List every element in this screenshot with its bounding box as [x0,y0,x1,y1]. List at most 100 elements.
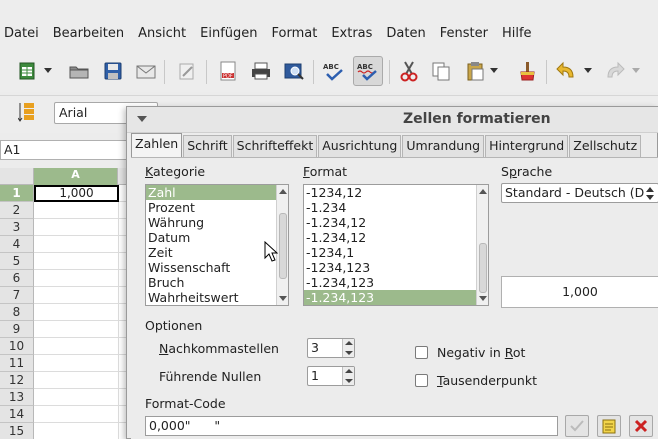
undo-dropdown-icon[interactable] [582,58,594,84]
menu-extras[interactable]: Extras [331,26,372,46]
scroll-up-icon[interactable] [279,189,287,194]
copy-icon[interactable] [428,58,454,84]
print-icon[interactable] [248,58,274,84]
tab-hintergrund[interactable]: Hintergrund [485,135,569,157]
spellcheck-icon[interactable]: ABC [321,58,347,84]
window-menu-icon[interactable] [137,116,147,122]
format-item[interactable]: -1.234,123 [304,275,476,290]
spreadsheet-grid[interactable]: A 1 2 3 4 5 6 7 8 9 10 11 12 13 14 15 1,000 [0,168,130,439]
row-header[interactable]: 8 [0,304,34,321]
scroll-thumb[interactable] [479,243,487,293]
save-icon[interactable] [100,58,126,84]
scroll-down-icon[interactable] [479,296,487,301]
checkmark-icon [570,420,584,432]
format-item[interactable]: -1.234,123 [304,290,476,305]
menu-daten[interactable]: Daten [386,26,425,46]
negativ-rot-checkbox[interactable] [415,346,428,359]
row-header[interactable]: 6 [0,270,34,287]
menu-hilfe[interactable]: Hilfe [502,26,532,46]
toolbar-separator [546,60,547,84]
cell-a1[interactable]: 1,000 [34,185,119,202]
dialog-titlebar[interactable]: Zellen formatieren [127,107,658,133]
format-paintbrush-icon[interactable] [514,58,540,84]
tab-zellschutz[interactable]: Zellschutz [569,135,642,157]
tab-zahlen[interactable]: Zahlen [131,133,183,157]
paste-icon[interactable] [462,58,488,84]
row-header[interactable]: 1 [0,185,34,202]
new-dropdown-icon[interactable] [42,58,54,84]
menu-datei[interactable]: Datei [4,26,39,46]
delete-code-button[interactable] [629,415,653,437]
row-header[interactable]: 10 [0,338,34,355]
kategorie-item[interactable]: Prozent [146,200,276,215]
row-header[interactable]: 9 [0,321,34,338]
menu-fenster[interactable]: Fenster [440,26,488,46]
scroll-up-icon[interactable] [479,189,487,194]
row-header[interactable]: 12 [0,372,34,389]
row-header[interactable]: 11 [0,355,34,372]
row-header[interactable]: 2 [0,202,34,219]
row-header[interactable]: 14 [0,406,34,423]
menu-einfuegen[interactable]: Einfügen [200,26,257,46]
apply-code-button [565,415,589,437]
row-header[interactable]: 3 [0,219,34,236]
menu-bearbeiten[interactable]: Bearbeiten [53,26,124,46]
format-item[interactable]: -1234,12 [304,185,476,200]
row-header[interactable]: 13 [0,389,34,406]
kategorie-item[interactable]: Wahrheitswert [146,290,276,305]
format-item[interactable]: -1.234 [304,200,476,215]
cut-icon[interactable] [396,58,422,84]
tab-ausrichtung[interactable]: Ausrichtung [318,135,402,157]
spin-buttons[interactable] [342,367,354,385]
fuehrende-nullen-spinner[interactable]: 1 [307,366,355,386]
tab-schrifteffekt[interactable]: Schrifteffekt [232,135,318,157]
format-scrollbar[interactable] [476,185,488,305]
paste-dropdown-icon[interactable] [488,58,500,84]
kategorie-item[interactable]: Bruch [146,275,276,290]
row-header[interactable]: 15 [0,423,34,439]
scroll-down-icon[interactable] [279,296,287,301]
select-all-corner[interactable] [0,168,34,185]
negativ-rot-label[interactable]: Negativ in Rot [437,345,525,360]
kategorie-item[interactable]: Währung [146,215,276,230]
row-header[interactable]: 7 [0,287,34,304]
open-folder-icon[interactable] [66,58,92,84]
menu-ansicht[interactable]: Ansicht [138,26,186,46]
spin-buttons[interactable] [342,339,354,357]
name-box[interactable]: A1 [0,140,130,160]
format-item[interactable]: -1234,1 [304,245,476,260]
nachkommastellen-spinner[interactable]: 3 [307,338,355,358]
undo-icon[interactable] [553,58,579,84]
edit-file-icon[interactable] [174,58,200,84]
styles-icon[interactable] [16,100,42,126]
format-item[interactable]: -1234,123 [304,260,476,275]
kategorie-item[interactable]: Wissenschaft [146,260,276,275]
menu-format[interactable]: Format [272,26,318,46]
format-listbox[interactable]: -1234,12 -1.234 -1.234,12 -1.234,12 -1234,1-… [303,184,489,306]
grid-line [34,337,130,338]
tausenderpunkt-checkbox[interactable] [415,374,428,387]
tab-umrandung[interactable]: Umrandung [402,135,485,157]
mouse-cursor-icon [264,241,278,262]
new-document-icon[interactable] [14,58,40,84]
kategorie-item[interactable]: Zahl [146,185,276,200]
row-header[interactable]: 4 [0,236,34,253]
row-header[interactable]: 5 [0,253,34,270]
auto-spellcheck-icon[interactable]: ABC [353,56,383,86]
delete-icon [634,419,648,433]
kategorie-item[interactable]: Zeit [146,245,276,260]
format-item[interactable]: -1.234,12 [304,230,476,245]
kategorie-item[interactable]: Datum [146,230,276,245]
email-icon[interactable] [133,58,159,84]
name-box-value: A1 [4,142,21,157]
print-preview-icon[interactable] [281,58,307,84]
edit-comment-button[interactable] [597,415,621,437]
tausenderpunkt-label[interactable]: Tausenderpunkt [437,373,537,388]
column-header-a[interactable]: A [34,168,118,185]
export-pdf-icon[interactable]: PDF [215,58,241,84]
tab-schrift[interactable]: Schrift [183,135,232,157]
formatcode-input[interactable]: 0,000" " [145,416,558,436]
scroll-thumb[interactable] [279,213,287,279]
format-item[interactable]: -1.234,12 [304,215,476,230]
sprache-combobox[interactable]: Standard - Deutsch (D [501,183,658,203]
